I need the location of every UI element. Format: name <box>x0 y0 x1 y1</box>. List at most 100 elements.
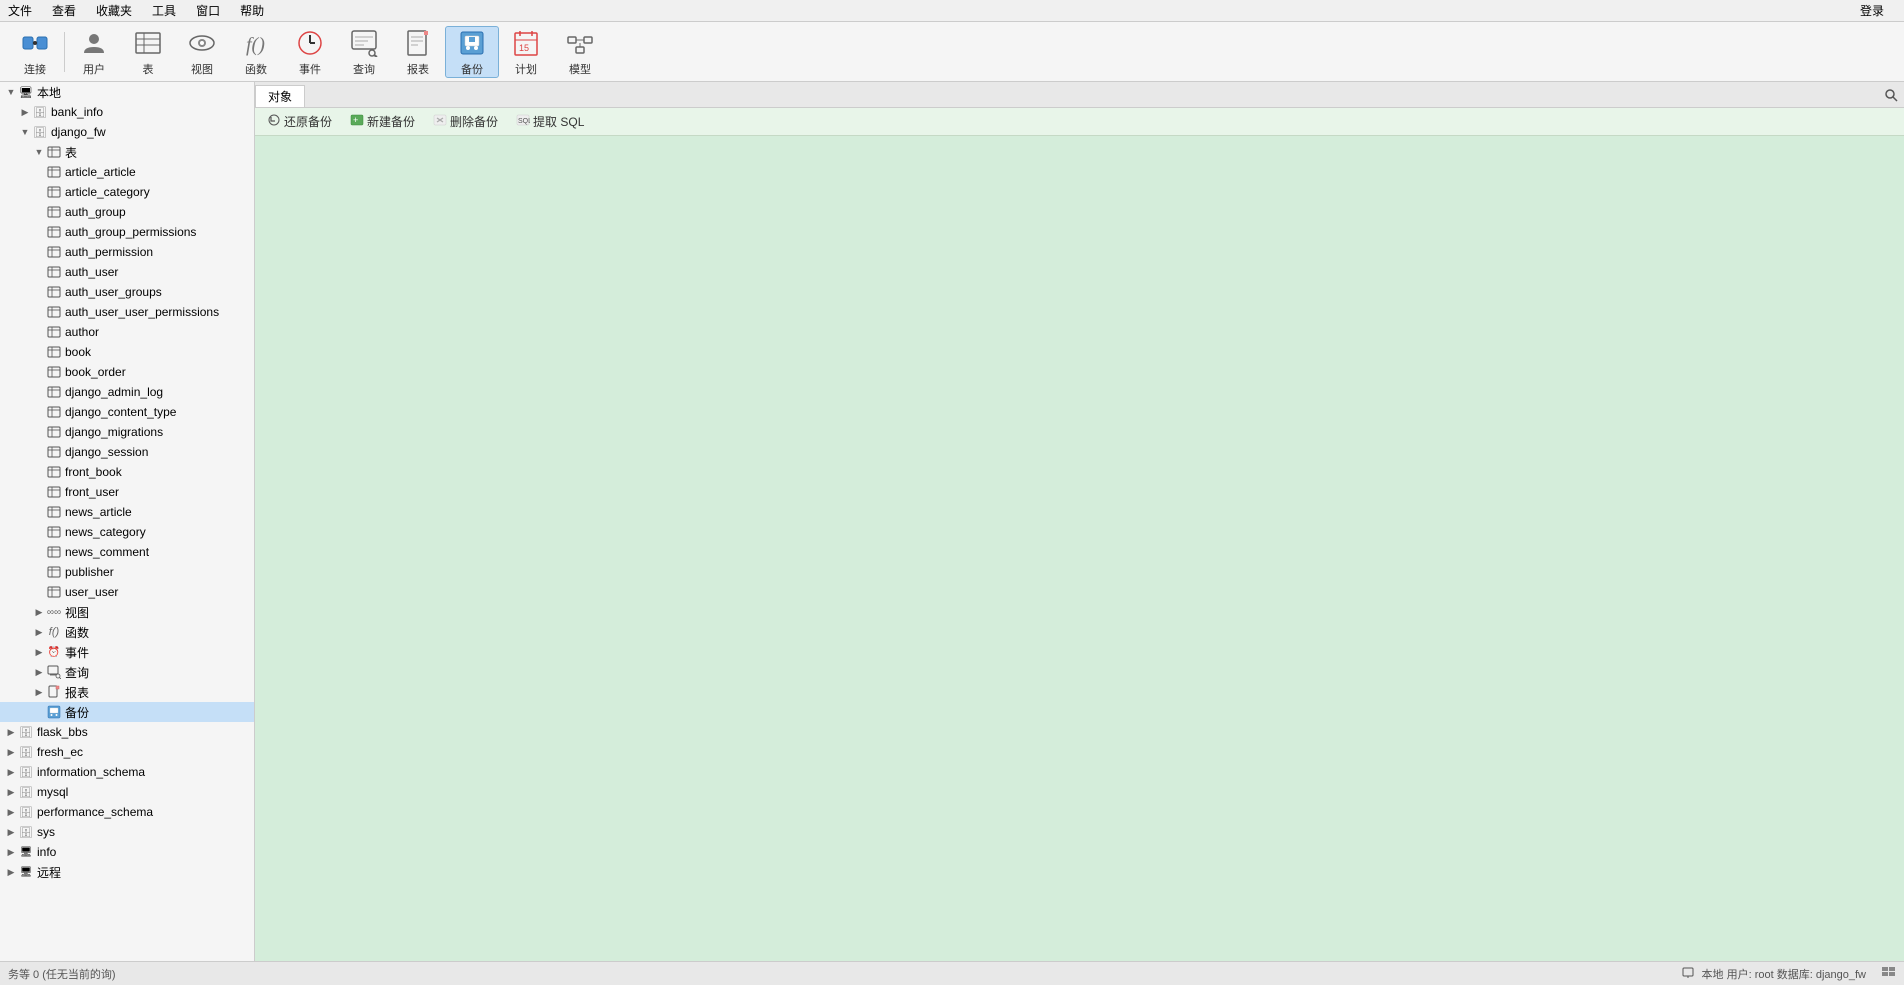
sidebar-item-django-fw[interactable]: ▼ 🗄 django_fw <box>0 122 254 142</box>
menu-favorites[interactable]: 收藏夹 <box>92 0 136 21</box>
sidebar-folder-functions[interactable]: ▶ f() 函数 <box>0 622 254 642</box>
search-icon-right[interactable] <box>1878 86 1904 107</box>
table-icon <box>132 27 164 59</box>
toolbar-query[interactable]: 查询 <box>337 26 391 78</box>
table-item-auth-user[interactable]: auth_user <box>0 262 254 282</box>
extract-sql-button[interactable]: SQL 提取 SQL <box>508 110 592 133</box>
sidebar-item-fresh-ec[interactable]: ▶ 🗄 fresh_ec <box>0 742 254 762</box>
sidebar-item-mysql[interactable]: ▶ 🗄 mysql <box>0 782 254 802</box>
report-icon <box>402 27 434 59</box>
remote-icon: 🖥 <box>18 864 34 880</box>
status-query-text: 务等 0 (任无当前的询) <box>8 966 116 982</box>
model-icon <box>564 27 596 59</box>
db-icon-fresh: 🗄 <box>18 744 34 760</box>
queries-label: 查询 <box>65 664 89 681</box>
toolbar-connect[interactable]: 连接 <box>8 26 62 78</box>
menu-login[interactable]: 登录 <box>1856 0 1888 21</box>
menu-help[interactable]: 帮助 <box>236 0 268 21</box>
toolbar-view[interactable]: 视图 <box>175 26 229 78</box>
table-item-django-content-type[interactable]: django_content_type <box>0 402 254 422</box>
sidebar-item-info[interactable]: ▶ 🖥 info <box>0 842 254 862</box>
toolbar-model[interactable]: 模型 <box>553 26 607 78</box>
toolbar-backup[interactable]: 备份 <box>445 26 499 78</box>
db-icon-flask: 🗄 <box>18 724 34 740</box>
table-item-news-article[interactable]: news_article <box>0 502 254 522</box>
sidebar-item-sys[interactable]: ▶ 🗄 sys <box>0 822 254 842</box>
db-icon-sys: 🗄 <box>18 824 34 840</box>
sidebar-folder-queries[interactable]: ▶ 查询 <box>0 662 254 682</box>
events-icon: ⏰ <box>46 644 62 660</box>
local-label: 本地 <box>37 84 61 101</box>
menu-tools[interactable]: 工具 <box>148 0 180 21</box>
sys-label: sys <box>37 825 55 839</box>
table-name-django-session: django_session <box>65 445 148 459</box>
sidebar-folder-backup[interactable]: 备份 <box>0 702 254 722</box>
table-row-icon-17 <box>46 484 62 500</box>
sidebar-item-information-schema[interactable]: ▶ 🗄 information_schema <box>0 762 254 782</box>
table-item-user-user[interactable]: user_user <box>0 582 254 602</box>
sidebar-folder-events[interactable]: ▶ ⏰ 事件 <box>0 642 254 662</box>
table-name-6: auth_user <box>65 265 118 279</box>
toolbar-report[interactable]: 报表 <box>391 26 445 78</box>
queries-icon <box>46 664 62 680</box>
restore-backup-button[interactable]: 还原备份 <box>259 110 340 133</box>
sidebar-local[interactable]: ▼ 🖥 本地 <box>0 82 254 102</box>
table-row-icon-16 <box>46 464 62 480</box>
new-backup-button[interactable]: + 新建备份 <box>342 110 423 133</box>
table-row-icon-12 <box>46 384 62 400</box>
tab-bar: 对象 <box>255 82 1904 108</box>
toolbar-view-label: 视图 <box>191 61 213 77</box>
menu-view[interactable]: 查看 <box>48 0 80 21</box>
reports-folder-arrow: ▶ <box>32 685 46 699</box>
menu-window[interactable]: 窗口 <box>192 0 224 21</box>
table-item-article-article[interactable]: article_article <box>0 162 254 182</box>
remote-arrow: ▶ <box>4 865 18 879</box>
sidebar-remote[interactable]: ▶ 🖥 远程 <box>0 862 254 882</box>
table-item-auth-permission[interactable]: auth_permission <box>0 242 254 262</box>
backup-folder-arrow <box>32 705 46 719</box>
table-item-book-order[interactable]: book_order <box>0 362 254 382</box>
svg-text:f(): f() <box>246 34 265 56</box>
toolbar-plan[interactable]: 15 计划 <box>499 26 553 78</box>
table-item-article-category[interactable]: article_category <box>0 182 254 202</box>
toolbar-user[interactable]: 用户 <box>67 26 121 78</box>
table-item-auth-group-permissions[interactable]: auth_group_permissions <box>0 222 254 242</box>
table-item-django-admin-log[interactable]: django_admin_log <box>0 382 254 402</box>
table-item-auth-user-groups[interactable]: auth_user_groups <box>0 282 254 302</box>
toolbar-event-label: 事件 <box>299 61 321 77</box>
info-arrow: ▶ <box>4 845 18 859</box>
toolbar-function[interactable]: f() 函数 <box>229 26 283 78</box>
menu-bar: 文件 查看 收藏夹 工具 窗口 帮助 登录 <box>0 0 1904 22</box>
toolbar-table[interactable]: 表 <box>121 26 175 78</box>
main-layout: ▼ 🖥 本地 ▶ 🗄 bank_info ▼ 🗄 django_fw ▼ <box>0 82 1904 961</box>
toolbar-event[interactable]: 事件 <box>283 26 337 78</box>
table-item-publisher[interactable]: publisher <box>0 562 254 582</box>
table-item-front-book[interactable]: front_book <box>0 462 254 482</box>
reports-label: 报表 <box>65 684 89 701</box>
table-item-auth-user-user-permissions[interactable]: auth_user_user_permissions <box>0 302 254 322</box>
sidebar-item-bank-info[interactable]: ▶ 🗄 bank_info <box>0 102 254 122</box>
table-item-author[interactable]: author <box>0 322 254 342</box>
sidebar-item-performance-schema[interactable]: ▶ 🗄 performance_schema <box>0 802 254 822</box>
sidebar-item-flask-bbs[interactable]: ▶ 🗄 flask_bbs <box>0 722 254 742</box>
table-item-news-comment[interactable]: news_comment <box>0 542 254 562</box>
sidebar-folder-views[interactable]: ▶ ∞∞ 视图 <box>0 602 254 622</box>
status-right: 本地 用户: root 数据库: django_fw <box>1682 966 1896 982</box>
table-item-front-user[interactable]: front_user <box>0 482 254 502</box>
table-item-django-migrations[interactable]: django_migrations <box>0 422 254 442</box>
toolbar: 连接 用户 表 视图 <box>0 22 1904 82</box>
sidebar-folder-reports[interactable]: ▶ 报表 <box>0 682 254 702</box>
info-schema-label: information_schema <box>37 765 145 779</box>
django-fw-label: django_fw <box>51 125 106 139</box>
table-row-icon-4 <box>46 224 62 240</box>
delete-backup-button[interactable]: 删除备份 <box>425 110 506 133</box>
table-item-news-category[interactable]: news_category <box>0 522 254 542</box>
sidebar-folder-table[interactable]: ▼ 表 <box>0 142 254 162</box>
menu-file[interactable]: 文件 <box>4 0 36 21</box>
tab-object[interactable]: 对象 <box>255 85 305 107</box>
table-item-django-session[interactable]: django_session <box>0 442 254 462</box>
table-item-auth-group[interactable]: auth_group <box>0 202 254 222</box>
table-row-icon-8 <box>46 304 62 320</box>
table-name-7: auth_user_groups <box>65 285 162 299</box>
table-item-book[interactable]: book <box>0 342 254 362</box>
